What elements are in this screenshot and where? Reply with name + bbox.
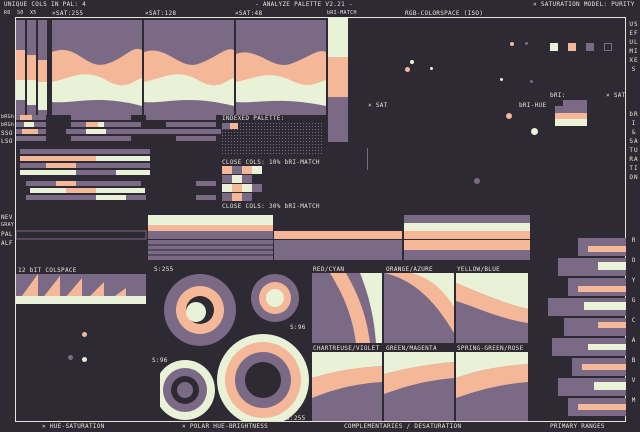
rgb-point [531,128,538,135]
palette-swatch-cream[interactable] [550,43,558,51]
palette-swatch-peach[interactable] [568,43,576,51]
row-label-pal: PAL [1,231,13,238]
bri-match-strip [328,17,348,142]
palette-swatch-purple[interactable] [586,43,594,51]
narrow-strips [16,20,47,115]
comp-yellow-blue-label: YELLOW/BLUE [457,266,501,273]
donut-s96-label-a: S:96 [290,324,306,331]
row-label-nev: NEV [1,214,13,221]
sat-axis-label: × SAT [368,102,388,109]
close-cols-10-label: CLOSE COLS: 10% bRI-MATCH [222,159,320,166]
axis-tick [367,148,368,170]
hue-letter-m: M [631,397,637,404]
useful-mixes-vertical-label: USEFUL MIXES [629,21,639,73]
rgb-point [500,78,503,81]
wide-palette-band [16,215,530,260]
close-cols-30-label: CLOSE COLS: 30% bRI-MATCH [222,203,320,210]
rgb-point [410,60,414,64]
polar-donuts [160,274,309,422]
hue-letter-y: Y [631,277,637,284]
hue-letter-r: R [631,237,637,244]
rgb-point [405,67,410,72]
rgb-point [530,80,533,83]
close-cols-grid [222,166,262,201]
row-label-brgh-2: bRGh [1,122,15,128]
bri-sat-swatches [555,100,591,126]
app-title: - ANALYZE PALETTE V2.21 - [255,1,353,8]
primary-ranges-chart [548,238,626,416]
bri-match-top-label: bRI-MATCH [327,10,357,16]
row-label-lso: LSO [1,138,13,145]
sub-label-s0: S0 [17,10,24,16]
colspace-point [68,355,73,360]
rgb-point [474,178,480,184]
wave-panel-128 [144,20,234,115]
indexed-palette-label: INDEXED PALETTE: [222,115,285,122]
hue-letter-g: G [631,297,637,304]
tab-primary-ranges[interactable]: PRIMARY RANGES [550,423,605,430]
comp-orange-azure-label: ORANGE/AZURE [386,266,433,273]
comp-chartreuse-violet-label: CHARTREUSE/VIOLET [313,345,380,352]
hue-letter-a: A [631,337,637,344]
bri-saturation-vertical-label: bRI & SATURATION [629,111,639,181]
rgb-point [506,113,512,119]
colspace-point [82,332,87,337]
row-label-sso: SSO [1,130,13,137]
comp-green-magenta-label: GREEN/MAGENTA [386,345,437,352]
sat-axis-label-right: × SAT [606,92,626,99]
saturation-model-label[interactable]: × SATURATION MODEL: PURITY [533,1,635,8]
rgb-point [525,42,528,45]
hue-letter-b: B [631,357,637,364]
row-label-gray: GRAY [1,222,15,228]
hue-letter-v: V [631,377,637,384]
colspace-sawtooth [16,274,146,304]
xsat-48-label: ×SAT:48 [235,10,263,17]
complementaries-row1 [312,273,528,343]
rgb-colorspace-label: RGB-COLORSPACE (ISO) [405,10,484,17]
xsat-255-label: ×SAT:255 [52,10,84,17]
brightness-bars [16,115,221,200]
unique-cols-label: UNIQUE COLS IN PAL: 4 [4,1,87,8]
colspace-point [82,357,87,362]
xsat-128-label: ×SAT:128 [145,10,177,17]
bri-label: bRI: [550,92,566,99]
indexed-palette-grid [222,123,322,155]
comp-red-cyan-label: RED/CYAN [313,266,345,273]
row-label-alf: ALF [1,240,13,247]
primary-range-bars [548,238,626,416]
tab-complementaries[interactable]: COMPLEMENTARIES / DESATURATION [344,423,461,430]
wave-panel-48 [236,20,326,115]
tab-polar-hue-brightness[interactable]: × POLAR HUE-BRIGHTNESS [182,423,268,430]
palette-swatch-dark[interactable] [604,43,612,51]
rgb-point [430,67,433,70]
complementaries-row2 [312,352,528,422]
sub-label-x5: X5 [30,10,37,16]
hue-letter-c: C [631,317,637,324]
row-label-brgh-1: bRGh [1,114,15,120]
frame-bottom-rule [15,421,626,422]
sub-label-r0: R0 [4,10,11,16]
wave-panel-255 [52,20,142,115]
rgb-point [510,42,514,46]
hue-letter-o: O [631,257,637,264]
hue-saturation-panels [16,20,326,115]
colspace-label: 12 bIT COLSPACE [18,267,77,274]
bri-hue-label: bRI-HUE [519,102,547,109]
tab-hue-saturation[interactable]: × HUE-SATURATION [42,423,105,430]
comp-spring-green-rose-label: SPRING-GREEN/ROSE [457,345,524,352]
donut-s96-label-b: S:96 [152,357,168,364]
frame-top-rule [15,17,626,18]
